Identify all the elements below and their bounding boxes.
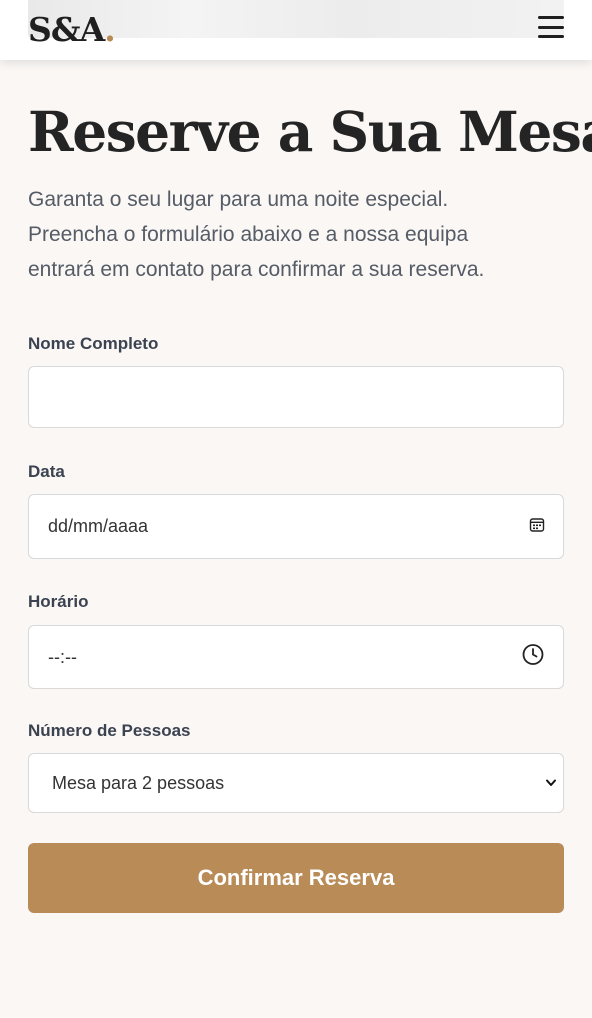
intro-text: Garanta o seu lugar para uma noite espec… xyxy=(28,182,564,287)
people-selected-value: Mesa para 2 pessoas xyxy=(52,772,225,793)
logo-dot: . xyxy=(104,10,115,49)
people-field-group: Número de Pessoas Mesa para 2 pessoas xyxy=(28,720,564,813)
menu-bar-top xyxy=(538,16,564,19)
time-label: Horário xyxy=(28,592,89,611)
page-title: Reserve a Sua Mesa xyxy=(28,99,592,164)
intro-line-2: Preencha o formulário abaixo e a nossa e… xyxy=(28,223,469,246)
people-label: Número de Pessoas xyxy=(28,721,191,740)
menu-bar-bottom xyxy=(538,35,564,38)
time-field-group: Horário --:-- xyxy=(28,591,564,689)
clock-icon[interactable] xyxy=(521,643,545,672)
time-input[interactable]: --:-- xyxy=(28,625,564,689)
name-field-group: Nome Completo xyxy=(28,333,564,428)
time-placeholder: --:-- xyxy=(48,646,77,667)
hamburger-menu-icon[interactable] xyxy=(538,14,564,40)
logo-text: S&A xyxy=(28,10,105,49)
date-placeholder: dd/mm/aaaa xyxy=(48,516,149,536)
reservation-form: Nome Completo Data dd/mm/aaaa Horário --… xyxy=(28,333,564,913)
date-field-group: Data dd/mm/aaaa xyxy=(28,461,564,559)
people-select[interactable]: Mesa para 2 pessoas xyxy=(28,753,564,813)
intro-line-1: Garanta o seu lugar para uma noite espec… xyxy=(28,188,449,211)
full-name-input[interactable] xyxy=(28,366,564,428)
confirm-reservation-button[interactable]: Confirmar Reserva xyxy=(28,843,564,913)
site-header: S&A. xyxy=(0,0,592,60)
name-label: Nome Completo xyxy=(28,334,159,353)
intro-line-3: entrará em contato para confirmar a sua … xyxy=(28,258,485,281)
chevron-down-icon[interactable] xyxy=(545,773,557,794)
site-logo[interactable]: S&A. xyxy=(28,8,116,52)
reservation-section: Reserve a Sua Mesa Garanta o seu lugar p… xyxy=(28,60,592,913)
menu-bar-middle xyxy=(538,25,564,29)
calendar-icon[interactable] xyxy=(529,516,545,537)
date-label: Data xyxy=(28,462,65,481)
date-input[interactable]: dd/mm/aaaa xyxy=(28,494,564,559)
